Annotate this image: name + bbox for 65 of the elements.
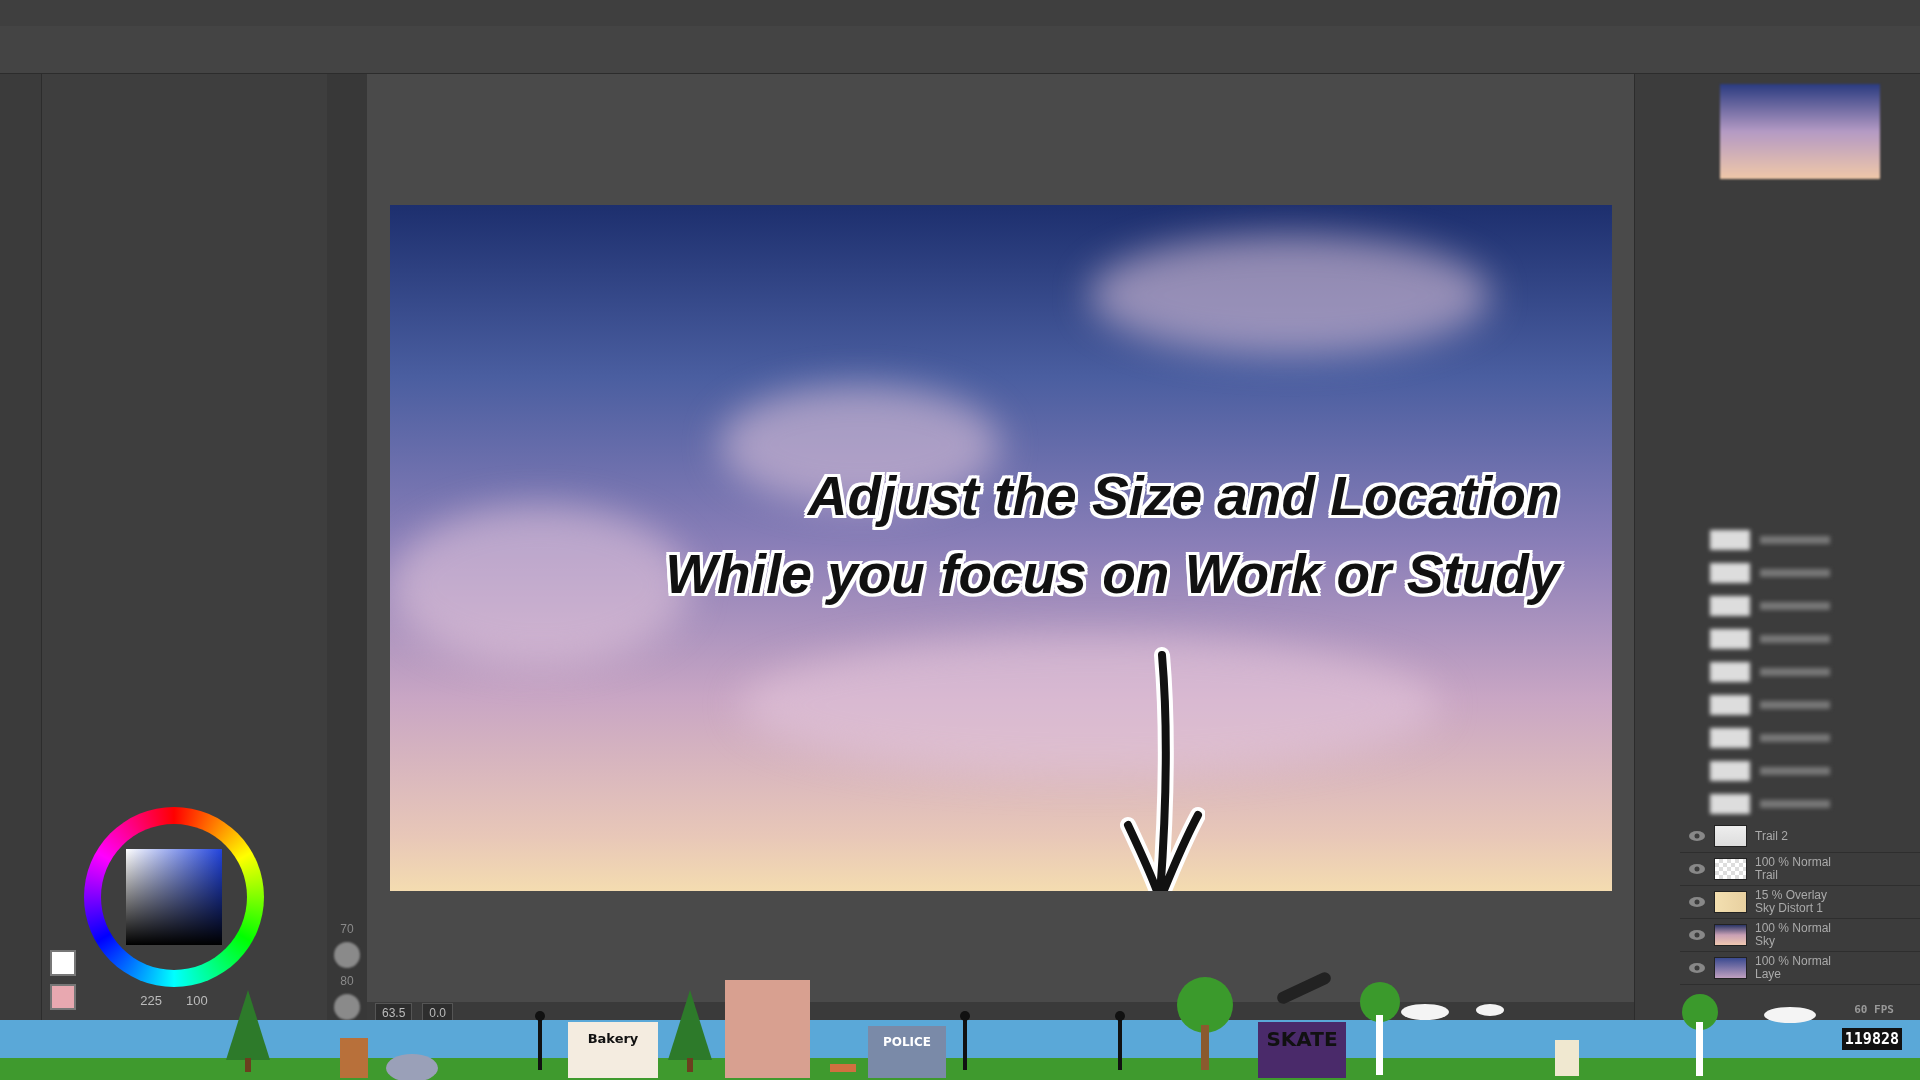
bench-drawing xyxy=(830,1064,856,1072)
door-drawing xyxy=(340,1038,368,1078)
blurred-layer-label xyxy=(1760,766,1830,775)
blurred-layer-label xyxy=(1760,667,1830,676)
fps-counter: 60 FPS xyxy=(1854,1001,1894,1018)
layer-thumbnail xyxy=(1714,858,1747,880)
brush-size-preset[interactable] xyxy=(334,942,360,968)
cloud-drawing xyxy=(1476,1004,1504,1016)
layer-thumbnail xyxy=(1710,562,1750,583)
headline: Adjust the Size and Location xyxy=(807,464,1560,529)
sub-color-swatch[interactable] xyxy=(50,984,76,1010)
headline: While you focus on Work or Study xyxy=(665,542,1560,607)
eye-icon[interactable] xyxy=(1688,863,1706,875)
main-color-swatch[interactable] xyxy=(50,950,76,976)
layer-thumbnail xyxy=(1710,760,1750,781)
blurred-layer-label xyxy=(1760,799,1830,808)
layer-row[interactable]: Trail 2 xyxy=(1680,820,1920,853)
layer-label: 100 % Normal Trail xyxy=(1755,856,1832,882)
blurred-layer-label xyxy=(1760,634,1830,643)
layer-row[interactable]: 100 % Normal Sky xyxy=(1680,919,1920,952)
layer-thumbnail xyxy=(1714,924,1747,946)
layer-thumbnail xyxy=(1710,529,1750,550)
layer-thumbnail xyxy=(1710,628,1750,649)
layer-thumbnail xyxy=(1710,793,1750,814)
layer-thumbnail xyxy=(1710,727,1750,748)
house-drawing xyxy=(1555,1040,1579,1076)
eye-icon[interactable] xyxy=(1688,929,1706,941)
blurred-layer-label xyxy=(1760,700,1830,709)
layer-thumbnail xyxy=(1714,957,1747,979)
brightness-value: 100 xyxy=(186,991,208,1010)
zoom-field[interactable]: 63.5 xyxy=(375,1003,413,1023)
layer-row[interactable]: 100 % Normal Laye xyxy=(1680,952,1920,985)
eye-icon[interactable] xyxy=(1688,830,1706,842)
layer-thumbnail xyxy=(1710,595,1750,616)
blurred-layer-label xyxy=(1760,535,1830,544)
street-lamp-drawing xyxy=(1115,1011,1125,1070)
brush-size-preset[interactable] xyxy=(334,994,360,1020)
shop-sign: SKATE xyxy=(1266,1027,1338,1051)
blurred-layer-label xyxy=(1760,601,1830,610)
layer-row[interactable]: 15 % Overlay Sky Distort 1 xyxy=(1680,886,1920,919)
layer-thumbnail xyxy=(1714,825,1747,847)
eye-icon[interactable] xyxy=(1688,896,1706,908)
rock-drawing xyxy=(386,1054,438,1080)
arrow-icon xyxy=(1119,645,1205,891)
street-lamp-drawing xyxy=(535,1011,545,1070)
brush-size-label: 70 xyxy=(340,921,354,938)
layer-label: 100 % Normal Sky xyxy=(1755,922,1832,948)
shop-sign: Bakery xyxy=(587,1031,639,1046)
layer-label: 15 % Overlay Sky Distort 1 xyxy=(1755,889,1828,915)
layer-label: 100 % Normal Laye xyxy=(1755,955,1832,981)
layer-row[interactable]: 100 % Normal Trail xyxy=(1680,853,1920,886)
street-lamp-drawing xyxy=(960,1011,970,1070)
hue-value: 225 xyxy=(140,991,162,1010)
layer-label: Trail 2 xyxy=(1755,829,1788,843)
brush-size-label: 80 xyxy=(340,973,354,990)
shop-sign: POLICE xyxy=(882,1035,932,1049)
layer-thumbnail xyxy=(1714,891,1747,913)
eye-icon[interactable] xyxy=(1688,962,1706,974)
blurred-layer-label xyxy=(1760,733,1830,742)
layer-thumbnail xyxy=(1710,661,1750,682)
cloud-drawing xyxy=(1764,1007,1816,1023)
layer-thumbnail xyxy=(1710,694,1750,715)
blurred-layer-label xyxy=(1760,568,1830,577)
rotation-field[interactable]: 0.0 xyxy=(422,1003,454,1023)
cloud-drawing xyxy=(1401,1004,1449,1020)
